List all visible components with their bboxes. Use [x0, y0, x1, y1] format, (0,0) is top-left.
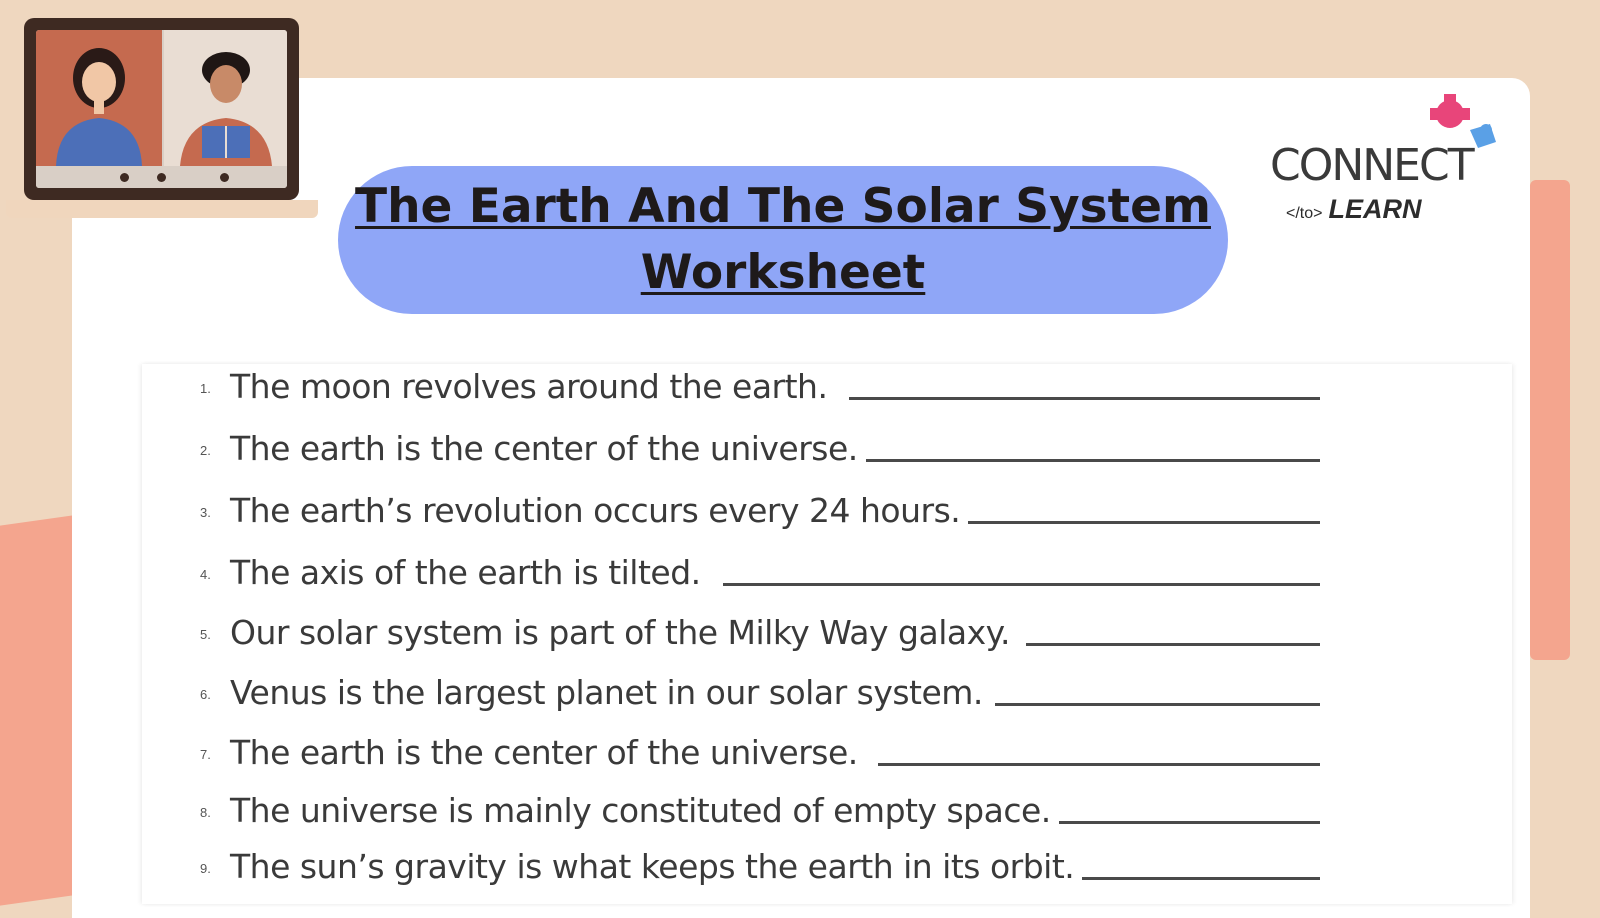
answer-line[interactable]: [1025, 641, 1320, 646]
connect-learn-logo: CONNECT </to> LEARN: [1270, 90, 1530, 230]
question-item-7: 7. The earth is the center of the univer…: [200, 732, 1320, 772]
question-item-9: 9. The sun’s gravity is what keeps the e…: [200, 846, 1320, 886]
person-reading-icon: [180, 52, 272, 166]
answer-line[interactable]: [865, 457, 1320, 462]
question-number: 7.: [200, 747, 211, 762]
title-line-1: The Earth And The Solar System: [355, 179, 1211, 234]
question-number: 8.: [200, 805, 211, 820]
question-text: The axis of the earth is tilted.: [230, 553, 701, 592]
question-item-5: 5. Our solar system is part of the Milky…: [200, 612, 1320, 652]
answer-line[interactable]: [849, 395, 1320, 400]
question-item-2: 2. The earth is the center of the univer…: [200, 428, 1320, 468]
answer-line[interactable]: [1058, 819, 1320, 824]
question-item-4: 4. The axis of the earth is tilted.: [200, 552, 1320, 592]
question-number: 1.: [200, 381, 211, 396]
logo-tag: </to>: [1286, 205, 1323, 222]
logo-subtitle: </to> LEARN: [1286, 194, 1421, 225]
background-stripe-right: [1530, 180, 1570, 660]
question-text: The sun’s gravity is what keeps the eart…: [230, 847, 1075, 886]
hangup-icon: [157, 173, 166, 182]
question-item-8: 8. The universe is mainly constituted of…: [200, 790, 1320, 830]
question-text: The earth is the center of the universe.: [230, 429, 858, 468]
answer-line[interactable]: [1082, 875, 1320, 880]
page-title: The Earth And The Solar System Worksheet: [355, 174, 1211, 306]
question-text: The earth’s revolution occurs every 24 h…: [230, 491, 961, 530]
mic-icon: [220, 173, 229, 182]
answer-line[interactable]: [968, 519, 1320, 524]
laptop-base: [6, 200, 318, 218]
title-line-2: Worksheet: [640, 245, 926, 300]
question-text: Our solar system is part of the Milky Wa…: [230, 613, 1010, 652]
laptop-screen: [24, 18, 299, 200]
question-number: 2.: [200, 443, 211, 458]
logo-wordmark: CONNECT: [1270, 140, 1475, 191]
question-text: The moon revolves around the earth.: [230, 367, 828, 406]
question-number: 4.: [200, 567, 211, 582]
question-number: 6.: [200, 687, 211, 702]
question-number: 3.: [200, 505, 211, 520]
question-text: The earth is the center of the universe.: [230, 733, 858, 772]
question-text: Venus is the largest planet in our solar…: [230, 673, 983, 712]
question-number: 9.: [200, 861, 211, 876]
title-banner: The Earth And The Solar System Worksheet: [338, 166, 1228, 314]
logo-sub-word: LEARN: [1328, 194, 1422, 224]
video-call-laptop-illustration: [6, 18, 318, 228]
background-stripe-left: [0, 514, 80, 906]
answer-line[interactable]: [994, 701, 1320, 706]
answer-line[interactable]: [722, 581, 1320, 586]
video-panel-right: [164, 30, 287, 166]
camera-icon: [120, 173, 129, 182]
person-with-headset-icon: [56, 48, 142, 166]
answer-line[interactable]: [877, 761, 1320, 766]
call-control-bar: [36, 166, 287, 188]
question-number: 5.: [200, 627, 211, 642]
question-item-1: 1. The moon revolves around the earth.: [200, 366, 1320, 406]
video-panel-left: [36, 30, 162, 166]
question-item-6: 6. Venus is the largest planet in our so…: [200, 672, 1320, 712]
question-item-3: 3. The earth’s revolution occurs every 2…: [200, 490, 1320, 530]
laptop-display: [36, 30, 287, 188]
question-text: The universe is mainly constituted of em…: [230, 791, 1051, 830]
